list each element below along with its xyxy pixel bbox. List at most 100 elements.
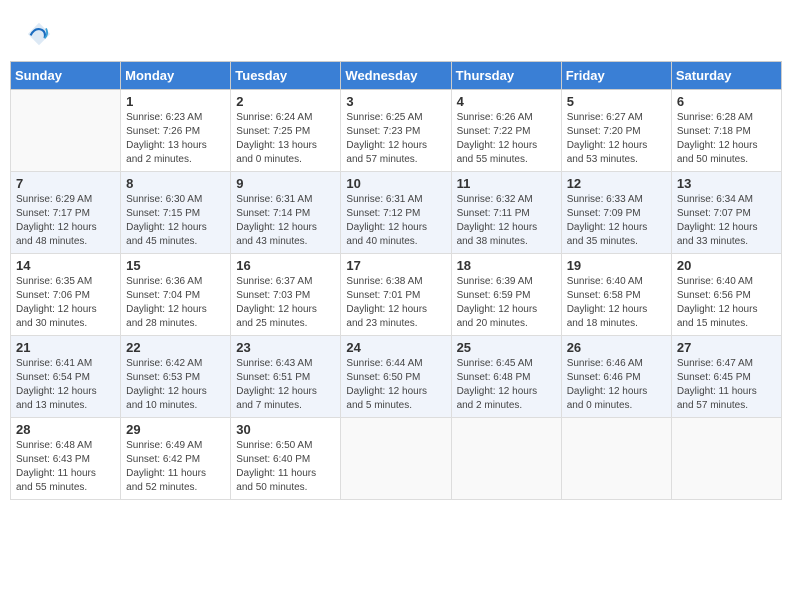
calendar-cell: 20 Sunrise: 6:40 AMSunset: 6:56 PMDayligh… — [671, 254, 781, 336]
calendar-week-row: 28Sunrise: 6:48 AMSunset: 6:43 PMDayligh… — [11, 418, 782, 500]
day-number: 1 — [126, 94, 225, 109]
day-info: Sunrise: 6:29 AMSunset: 7:17 PMDaylight:… — [16, 193, 115, 249]
calendar-header-row: SundayMondayTuesdayWednesdayThursdayFrid… — [11, 62, 782, 90]
calendar-week-row: 7 Sunrise: 6:29 AMSunset: 7:17 PMDaylight… — [11, 172, 782, 254]
day-info: Sunrise: 6:45 AMSunset: 6:48 PMDaylight:… — [457, 357, 556, 413]
weekday-header-friday: Friday — [561, 62, 671, 90]
calendar-cell: 21 Sunrise: 6:41 AMSunset: 6:54 PMDayligh… — [11, 336, 121, 418]
calendar-cell: 5Sunrise: 6:27 AMSunset: 7:20 PMDaylight… — [561, 90, 671, 172]
day-number: 22 — [126, 340, 225, 355]
calendar-cell — [341, 418, 451, 500]
day-info: Sunrise: 6:25 AMSunset: 7:23 PMDaylight:… — [346, 111, 445, 167]
logo — [25, 20, 55, 48]
calendar-table: SundayMondayTuesdayWednesdayThursdayFrid… — [10, 61, 782, 500]
day-info: Sunrise: 6:44 AMSunset: 6:50 PMDaylight:… — [346, 357, 445, 413]
day-number: 27 — [677, 340, 776, 355]
day-info: Sunrise: 6:34 AMSunset: 7:07 PMDaylight:… — [677, 193, 776, 249]
day-info: Sunrise: 6:48 AMSunset: 6:43 PMDaylight:… — [16, 439, 115, 495]
day-info: Sunrise: 6:28 AMSunset: 7:18 PMDaylight:… — [677, 111, 776, 167]
calendar-cell: 27 Sunrise: 6:47 AMSunset: 6:45 PMDayligh… — [671, 336, 781, 418]
calendar-cell: 19 Sunrise: 6:40 AMSunset: 6:58 PMDayligh… — [561, 254, 671, 336]
calendar-week-row: 21 Sunrise: 6:41 AMSunset: 6:54 PMDayligh… — [11, 336, 782, 418]
calendar-cell: 22 Sunrise: 6:42 AMSunset: 6:53 PMDayligh… — [121, 336, 231, 418]
day-number: 13 — [677, 176, 776, 191]
calendar-cell: 6 Sunrise: 6:28 AMSunset: 7:18 PMDaylight… — [671, 90, 781, 172]
day-number: 8 — [126, 176, 225, 191]
calendar-cell: 30 Sunrise: 6:50 AMSunset: 6:40 PMDayligh… — [231, 418, 341, 500]
day-number: 3 — [346, 94, 445, 109]
day-number: 20 — [677, 258, 776, 273]
day-info: Sunrise: 6:49 AMSunset: 6:42 PMDaylight:… — [126, 439, 225, 495]
calendar-cell: 8 Sunrise: 6:30 AMSunset: 7:15 PMDaylight… — [121, 172, 231, 254]
day-info: Sunrise: 6:38 AMSunset: 7:01 PMDaylight:… — [346, 275, 445, 331]
day-number: 11 — [457, 176, 556, 191]
calendar-cell: 12 Sunrise: 6:33 AMSunset: 7:09 PMDayligh… — [561, 172, 671, 254]
day-number: 21 — [16, 340, 115, 355]
day-number: 19 — [567, 258, 666, 273]
calendar-cell: 13 Sunrise: 6:34 AMSunset: 7:07 PMDayligh… — [671, 172, 781, 254]
day-number: 23 — [236, 340, 335, 355]
weekday-header-sunday: Sunday — [11, 62, 121, 90]
calendar-cell: 28Sunrise: 6:48 AMSunset: 6:43 PMDayligh… — [11, 418, 121, 500]
calendar-cell: 14 Sunrise: 6:35 AMSunset: 7:06 PMDayligh… — [11, 254, 121, 336]
day-info: Sunrise: 6:35 AMSunset: 7:06 PMDaylight:… — [16, 275, 115, 331]
day-info: Sunrise: 6:43 AMSunset: 6:51 PMDaylight:… — [236, 357, 335, 413]
calendar-cell: 29 Sunrise: 6:49 AMSunset: 6:42 PMDayligh… — [121, 418, 231, 500]
day-info: Sunrise: 6:32 AMSunset: 7:11 PMDaylight:… — [457, 193, 556, 249]
calendar-cell: 4 Sunrise: 6:26 AMSunset: 7:22 PMDaylight… — [451, 90, 561, 172]
day-number: 30 — [236, 422, 335, 437]
calendar-cell: 16Sunrise: 6:37 AMSunset: 7:03 PMDayligh… — [231, 254, 341, 336]
day-number: 15 — [126, 258, 225, 273]
weekday-header-tuesday: Tuesday — [231, 62, 341, 90]
day-info: Sunrise: 6:39 AMSunset: 6:59 PMDaylight:… — [457, 275, 556, 331]
day-info: Sunrise: 6:41 AMSunset: 6:54 PMDaylight:… — [16, 357, 115, 413]
calendar-cell: 26 Sunrise: 6:46 AMSunset: 6:46 PMDayligh… — [561, 336, 671, 418]
calendar-cell: 15 Sunrise: 6:36 AMSunset: 7:04 PMDayligh… — [121, 254, 231, 336]
calendar-cell — [451, 418, 561, 500]
page-header — [10, 10, 782, 53]
day-info: Sunrise: 6:47 AMSunset: 6:45 PMDaylight:… — [677, 357, 776, 413]
day-number: 4 — [457, 94, 556, 109]
calendar-cell: 25 Sunrise: 6:45 AMSunset: 6:48 PMDayligh… — [451, 336, 561, 418]
calendar-cell: 3 Sunrise: 6:25 AMSunset: 7:23 PMDaylight… — [341, 90, 451, 172]
calendar-cell: 1Sunrise: 6:23 AMSunset: 7:26 PMDaylight… — [121, 90, 231, 172]
calendar-cell: 9Sunrise: 6:31 AMSunset: 7:14 PMDaylight… — [231, 172, 341, 254]
calendar-cell: 11 Sunrise: 6:32 AMSunset: 7:11 PMDayligh… — [451, 172, 561, 254]
day-info: Sunrise: 6:40 AMSunset: 6:56 PMDaylight:… — [677, 275, 776, 331]
calendar-cell: 24 Sunrise: 6:44 AMSunset: 6:50 PMDayligh… — [341, 336, 451, 418]
day-info: Sunrise: 6:26 AMSunset: 7:22 PMDaylight:… — [457, 111, 556, 167]
day-info: Sunrise: 6:33 AMSunset: 7:09 PMDaylight:… — [567, 193, 666, 249]
calendar-cell: 2Sunrise: 6:24 AMSunset: 7:25 PMDaylight… — [231, 90, 341, 172]
weekday-header-wednesday: Wednesday — [341, 62, 451, 90]
calendar-cell: 23 Sunrise: 6:43 AMSunset: 6:51 PMDayligh… — [231, 336, 341, 418]
weekday-header-monday: Monday — [121, 62, 231, 90]
day-info: Sunrise: 6:36 AMSunset: 7:04 PMDaylight:… — [126, 275, 225, 331]
day-number: 29 — [126, 422, 225, 437]
day-info: Sunrise: 6:46 AMSunset: 6:46 PMDaylight:… — [567, 357, 666, 413]
day-number: 7 — [16, 176, 115, 191]
weekday-header-saturday: Saturday — [671, 62, 781, 90]
day-number: 18 — [457, 258, 556, 273]
day-number: 16 — [236, 258, 335, 273]
calendar-week-row: 1Sunrise: 6:23 AMSunset: 7:26 PMDaylight… — [11, 90, 782, 172]
day-info: Sunrise: 6:40 AMSunset: 6:58 PMDaylight:… — [567, 275, 666, 331]
day-info: Sunrise: 6:42 AMSunset: 6:53 PMDaylight:… — [126, 357, 225, 413]
day-number: 12 — [567, 176, 666, 191]
day-number: 14 — [16, 258, 115, 273]
day-number: 26 — [567, 340, 666, 355]
calendar-cell — [561, 418, 671, 500]
weekday-header-thursday: Thursday — [451, 62, 561, 90]
logo-icon — [25, 20, 53, 48]
calendar-cell: 10Sunrise: 6:31 AMSunset: 7:12 PMDayligh… — [341, 172, 451, 254]
day-info: Sunrise: 6:31 AMSunset: 7:14 PMDaylight:… — [236, 193, 335, 249]
day-number: 5 — [567, 94, 666, 109]
calendar-cell — [671, 418, 781, 500]
day-info: Sunrise: 6:30 AMSunset: 7:15 PMDaylight:… — [126, 193, 225, 249]
day-number: 24 — [346, 340, 445, 355]
day-number: 17 — [346, 258, 445, 273]
day-info: Sunrise: 6:50 AMSunset: 6:40 PMDaylight:… — [236, 439, 335, 495]
day-number: 25 — [457, 340, 556, 355]
day-number: 6 — [677, 94, 776, 109]
day-number: 10 — [346, 176, 445, 191]
calendar-week-row: 14 Sunrise: 6:35 AMSunset: 7:06 PMDayligh… — [11, 254, 782, 336]
